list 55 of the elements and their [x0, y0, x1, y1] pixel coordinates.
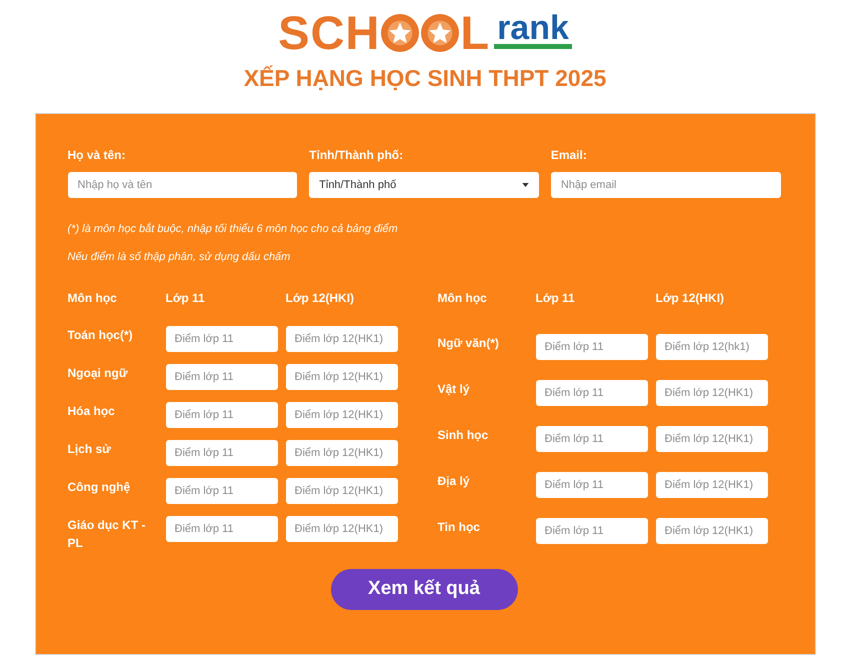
- subject-label: Hóa học: [68, 403, 116, 420]
- province-select[interactable]: Tỉnh/Thành phố: [309, 172, 539, 198]
- score-input[interactable]: Điểm lớp 11: [166, 402, 278, 428]
- column-header: Môn học: [438, 291, 488, 305]
- subject-label: Lịch sử: [68, 441, 112, 458]
- score-input[interactable]: Điểm lớp 11: [536, 380, 648, 406]
- score-input[interactable]: Điểm lớp 12(HK1): [656, 472, 768, 498]
- subject-label: Ngoại ngữ: [68, 365, 129, 382]
- note-text: Nếu điểm là số thập phân, sử dụng dấu chấm: [68, 250, 292, 264]
- column-header: Môn học: [68, 291, 118, 305]
- subject-label: Ngữ văn(*): [438, 335, 500, 352]
- score-input[interactable]: Điểm lớp 11: [166, 440, 278, 466]
- score-input[interactable]: Điểm lớp 12(HK1): [286, 440, 398, 466]
- score-input[interactable]: Điểm lớp 11: [536, 518, 648, 544]
- column-header: Lớp 11: [536, 291, 576, 305]
- subject-label: Sinh học: [438, 427, 490, 444]
- score-input[interactable]: Điểm lớp 11: [536, 334, 648, 360]
- subject-label: Vật lý: [438, 381, 471, 398]
- score-input[interactable]: Điểm lớp 12(HK1): [286, 402, 398, 428]
- star-circle-icon: [381, 14, 420, 52]
- score-input[interactable]: Điểm lớp 12(HK1): [656, 426, 768, 452]
- page-title: XẾP HẠNG HỌC SINH THPT 2025: [244, 64, 606, 93]
- subject-label: Tin học: [438, 519, 481, 536]
- field-label: Tỉnh/Thành phố:: [309, 148, 404, 162]
- score-input[interactable]: Điểm lớp 12(HK1): [286, 326, 398, 352]
- caret-icon: [522, 183, 529, 187]
- field-label: Họ và tên:: [68, 148, 127, 162]
- score-input[interactable]: Điểm lớp 12(HK1): [286, 516, 398, 542]
- score-input[interactable]: Điểm lớp 11: [166, 478, 278, 504]
- column-header: Lớp 12(HKI): [656, 291, 726, 305]
- subject-label: Công nghệ: [68, 479, 132, 496]
- logo-text: L: [460, 12, 490, 54]
- subject-label: Toán học(*): [68, 327, 134, 344]
- score-input[interactable]: Điểm lớp 12(HK1): [656, 518, 768, 544]
- subject-label: Giáo dục KT - PL: [68, 517, 146, 552]
- logo-wordmark: rank: [494, 12, 572, 49]
- column-header: Lớp 12(HKI): [286, 291, 356, 305]
- field-label: Email:: [550, 148, 588, 162]
- text-input[interactable]: Nhập email: [550, 172, 780, 198]
- score-input[interactable]: Điểm lớp 12(HK1): [286, 364, 398, 390]
- score-input[interactable]: Điểm lớp 12(hk1): [656, 334, 768, 360]
- score-input[interactable]: Điểm lớp 11: [536, 426, 648, 452]
- column-header: Lớp 11: [166, 291, 206, 305]
- score-input[interactable]: Điểm lớp 11: [166, 516, 278, 542]
- submit-button[interactable]: Xem kết quả: [330, 569, 518, 610]
- score-input[interactable]: Điểm lớp 12(HK1): [656, 380, 768, 406]
- text-input[interactable]: Nhập họ và tên: [68, 172, 298, 198]
- subject-label: Địa lý: [438, 473, 471, 490]
- logo-text: SCH: [278, 12, 380, 54]
- score-input[interactable]: Điểm lớp 12(HK1): [286, 478, 398, 504]
- score-input[interactable]: Điểm lớp 11: [536, 472, 648, 498]
- score-input[interactable]: Điểm lớp 11: [166, 326, 278, 352]
- note-text: (*) là môn học bắt buộc, nhập tối thiểu 6 môn học cho cả bảng điểm: [68, 222, 399, 236]
- score-input[interactable]: Điểm lớp 11: [166, 364, 278, 390]
- star-circle-icon: [421, 14, 460, 52]
